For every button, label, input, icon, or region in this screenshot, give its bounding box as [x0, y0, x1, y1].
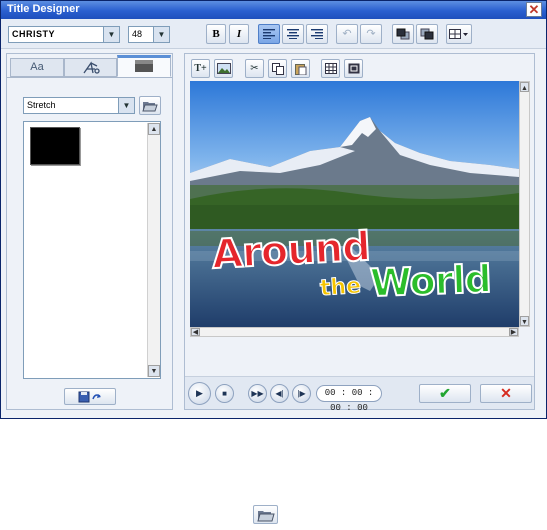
- layout-dropdown-button[interactable]: [446, 24, 472, 44]
- scroll-right-icon[interactable]: ▶: [509, 328, 518, 336]
- cancel-button[interactable]: ✕: [480, 384, 532, 403]
- insert-image-button[interactable]: [214, 59, 233, 78]
- tab-effects[interactable]: [64, 58, 117, 77]
- title-preview-canvas[interactable]: Around the World: [190, 81, 519, 327]
- tab-divider: [7, 77, 172, 78]
- next-frame-button[interactable]: |▶: [292, 384, 311, 403]
- play-button[interactable]: ▶: [188, 382, 211, 405]
- safe-area-icon: [348, 63, 359, 74]
- tab-background[interactable]: [117, 55, 171, 77]
- font-name-value: CHRISTY: [12, 29, 56, 39]
- redo-icon: ↷: [366, 28, 376, 40]
- folder-open-icon: [142, 102, 158, 112]
- redo-button[interactable]: ↷: [360, 24, 382, 44]
- preview-panel: T+ ✂ Around the World ▲ ▼ ◀ ▶ ▶ ■ ▶▶ ◀| …: [184, 53, 535, 413]
- canvas-horizontal-scrollbar[interactable]: ◀ ▶: [190, 327, 519, 337]
- timecode-display: 00 : 00 : 00 : 00: [316, 385, 382, 413]
- italic-button[interactable]: I: [229, 24, 249, 44]
- folder-open-icon: [257, 511, 275, 522]
- undo-icon: ↶: [342, 28, 352, 40]
- close-icon: ✕: [528, 2, 540, 17]
- undo-button[interactable]: ↶: [336, 24, 358, 44]
- title-designer-window: Title Designer ✕ CHRISTY ▼ 48 ▼ B I ↶ ↷: [0, 0, 547, 419]
- send-to-back-icon: [420, 28, 434, 40]
- font-size-value: 48: [132, 29, 143, 39]
- chevron-down-icon[interactable]: ▼: [153, 27, 169, 42]
- left-panel: Aa Stretch ▼ ▲ ▼: [6, 53, 173, 410]
- save-background-button[interactable]: [64, 388, 116, 405]
- list-scrollbar[interactable]: ▲ ▼: [147, 123, 160, 377]
- bold-button[interactable]: B: [206, 24, 226, 44]
- scroll-left-icon[interactable]: ◀: [191, 328, 200, 336]
- fast-forward-icon: ▶▶: [251, 389, 264, 398]
- font-name-select[interactable]: CHRISTY ▼: [8, 26, 120, 43]
- fit-mode-select[interactable]: Stretch ▼: [23, 97, 135, 114]
- align-left-icon: [263, 29, 275, 39]
- formatting-toolbar: CHRISTY ▼ 48 ▼ B I ↶ ↷: [1, 19, 546, 49]
- scroll-up-icon[interactable]: ▲: [148, 123, 160, 135]
- next-frame-icon: |▶: [297, 389, 306, 398]
- cut-icon: ✂: [250, 63, 259, 74]
- previous-frame-button[interactable]: ◀|: [270, 384, 289, 403]
- text-style-icon: Aa: [30, 61, 44, 73]
- align-center-button[interactable]: [282, 24, 304, 44]
- window-title: Title Designer: [7, 3, 80, 15]
- effects-icon: [82, 61, 100, 74]
- grid-icon: [324, 63, 337, 74]
- scroll-down-icon[interactable]: ▼: [520, 316, 529, 326]
- font-size-select[interactable]: 48 ▼: [128, 26, 170, 43]
- safe-area-button[interactable]: [344, 59, 363, 78]
- stop-icon: ■: [222, 389, 227, 398]
- copy-icon: [271, 63, 284, 75]
- title-text-the[interactable]: the: [319, 273, 363, 302]
- fit-mode-value: Stretch: [27, 100, 56, 110]
- previous-frame-icon: ◀|: [275, 389, 284, 398]
- background-list[interactable]: ▲ ▼: [23, 121, 161, 379]
- align-right-button[interactable]: [306, 24, 328, 44]
- background-icon: [135, 60, 153, 72]
- title-text-around[interactable]: Around: [210, 223, 372, 279]
- layout-icon: [449, 29, 468, 39]
- close-icon: ✕: [500, 385, 512, 401]
- send-to-back-button[interactable]: [416, 24, 438, 44]
- scroll-up-icon[interactable]: ▲: [520, 82, 529, 92]
- copy-button[interactable]: [268, 59, 287, 78]
- align-right-icon: [311, 29, 323, 39]
- align-left-button[interactable]: [258, 24, 280, 44]
- open-folder-button[interactable]: [253, 505, 278, 524]
- tab-text-style[interactable]: Aa: [10, 58, 64, 77]
- ok-button[interactable]: ✔: [419, 384, 471, 403]
- bring-to-front-icon: [396, 28, 410, 40]
- play-icon: ▶: [196, 388, 203, 398]
- title-bar: Title Designer ✕: [1, 1, 546, 19]
- check-icon: ✔: [439, 385, 451, 401]
- open-image-button[interactable]: [139, 96, 161, 115]
- title-text-world[interactable]: World: [368, 256, 492, 306]
- cut-button[interactable]: ✂: [245, 59, 264, 78]
- scroll-down-icon[interactable]: ▼: [148, 365, 160, 377]
- paste-button[interactable]: [291, 59, 310, 78]
- grid-button[interactable]: [321, 59, 340, 78]
- paste-icon: [294, 64, 306, 76]
- fast-forward-button[interactable]: ▶▶: [248, 384, 267, 403]
- close-button[interactable]: ✕: [526, 2, 542, 17]
- bring-to-front-button[interactable]: [392, 24, 414, 44]
- chevron-down-icon[interactable]: ▼: [103, 27, 119, 42]
- add-text-button[interactable]: T+: [191, 59, 210, 78]
- align-center-icon: [287, 29, 299, 39]
- chevron-down-icon[interactable]: ▼: [118, 98, 134, 113]
- add-text-icon: T+: [194, 63, 207, 74]
- background-thumbnail[interactable]: [30, 127, 80, 165]
- canvas-vertical-scrollbar[interactable]: ▲ ▼: [519, 81, 530, 327]
- stop-button[interactable]: ■: [215, 384, 234, 403]
- save-icon: [78, 391, 101, 403]
- playback-bar: ▶ ■ ▶▶ ◀| |▶ 00 : 00 : 00 : 00 ✔ ✕: [185, 376, 534, 413]
- insert-image-icon: [216, 63, 231, 74]
